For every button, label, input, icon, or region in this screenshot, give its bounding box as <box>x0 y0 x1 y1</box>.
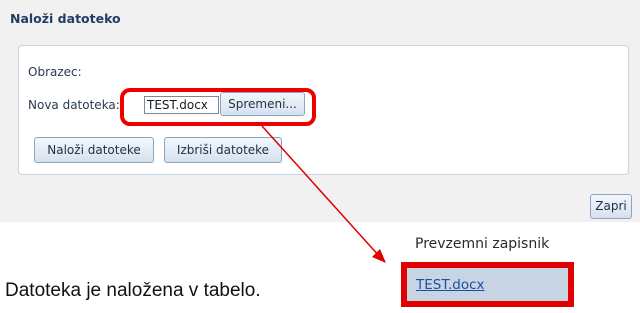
dialog-title: Naloži datoteko <box>10 11 121 26</box>
arrow-head <box>372 249 386 263</box>
change-button-highlight <box>120 88 316 126</box>
close-button[interactable]: Zapri <box>590 194 632 219</box>
delete-files-button[interactable]: Izbriši datoteke <box>164 137 282 163</box>
form-label: Obrazec: <box>28 65 82 79</box>
instruction-caption: Datoteka je naložena v tabelo. <box>5 280 261 301</box>
table-header-text: Prevzemni zapisnik <box>415 236 550 252</box>
file-label: Nova datoteka: <box>28 98 120 112</box>
upload-files-button[interactable]: Naloži datoteke <box>34 137 154 163</box>
uploaded-row-highlight <box>401 262 574 307</box>
